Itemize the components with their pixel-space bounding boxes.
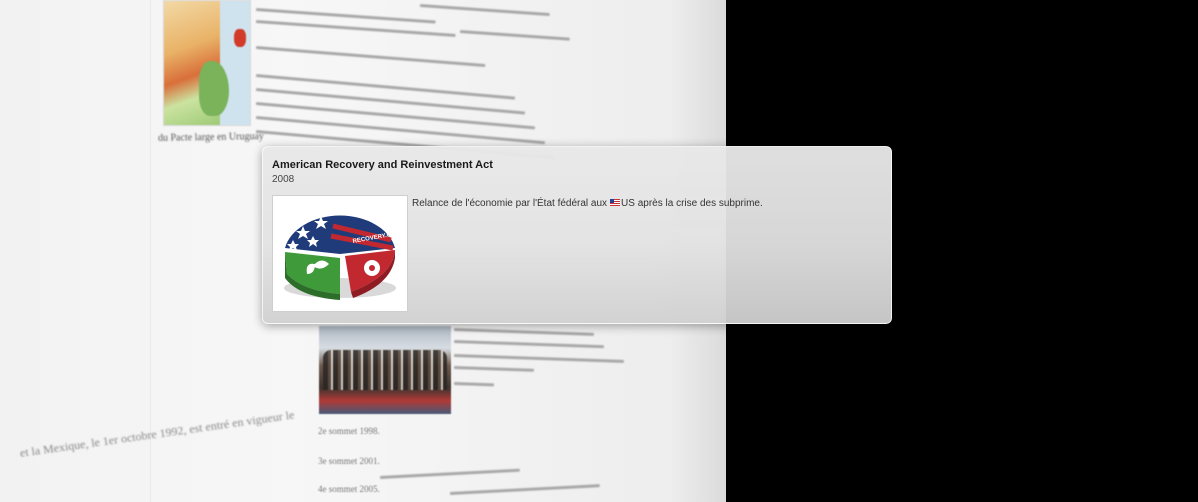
text-line bbox=[453, 354, 624, 363]
timeline-entry: 2e sommet 1998. bbox=[318, 426, 380, 436]
text-line bbox=[453, 382, 495, 387]
text-line bbox=[449, 484, 600, 495]
text-line bbox=[459, 30, 570, 41]
text-line bbox=[453, 328, 594, 336]
text-line bbox=[453, 366, 535, 372]
timeline-entry: 4e sommet 2005. bbox=[318, 484, 380, 494]
bottom-caption: et la Mexique, le 1er octobre 1992, est … bbox=[18, 407, 296, 460]
text-line bbox=[255, 74, 516, 100]
summit-group-photo bbox=[319, 326, 451, 414]
us-flag-icon bbox=[610, 199, 621, 206]
text-line bbox=[379, 468, 520, 479]
description-text-before: Relance de l'économie par l'État fédéral… bbox=[412, 198, 608, 209]
timeline-entry: 3e sommet 2001. bbox=[318, 456, 380, 466]
text-line bbox=[255, 102, 536, 130]
map-caption: du Pacte large en Uruguay bbox=[157, 131, 264, 144]
event-info-popup[interactable]: American Recovery and Reinvestment Act 2… bbox=[262, 146, 892, 324]
description-text-after: US après la crise des subprime. bbox=[621, 198, 763, 209]
americas-map-image bbox=[163, 0, 251, 126]
text-line bbox=[419, 4, 550, 17]
text-line bbox=[255, 46, 486, 68]
text-line bbox=[255, 88, 526, 115]
text-line bbox=[255, 116, 546, 145]
popup-title: American Recovery and Reinvestment Act bbox=[272, 159, 493, 171]
recovery-gov-logo-icon: RECOVERY.GOV bbox=[272, 195, 408, 312]
text-line bbox=[453, 340, 604, 349]
popup-year: 2008 bbox=[272, 174, 295, 185]
popup-description: Relance de l'économie par l'État fédéral… bbox=[412, 198, 763, 209]
